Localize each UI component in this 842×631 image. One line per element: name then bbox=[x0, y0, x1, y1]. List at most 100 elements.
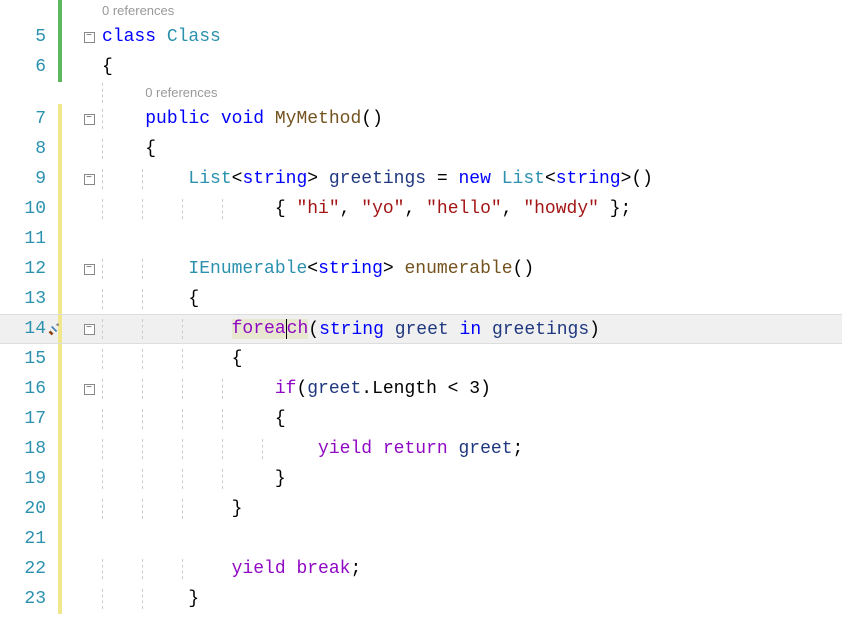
code-token: "howdy" bbox=[523, 199, 599, 219]
code-line[interactable]: 19 } bbox=[0, 464, 842, 494]
code-line[interactable]: 9 − List<string> greetings = new List<st… bbox=[0, 164, 842, 194]
code-line[interactable]: 11 bbox=[0, 224, 842, 254]
fold-gutter: − bbox=[80, 374, 98, 404]
code-content[interactable]: } bbox=[98, 589, 842, 609]
fold-gutter bbox=[80, 584, 98, 614]
glyph-margin bbox=[62, 584, 80, 614]
code-content[interactable]: public void MyMethod() bbox=[98, 109, 842, 129]
code-token: = bbox=[426, 169, 458, 189]
code-token: { bbox=[102, 139, 156, 159]
code-token: public bbox=[145, 109, 210, 129]
glyph-margin bbox=[62, 224, 80, 254]
code-token bbox=[449, 319, 460, 339]
fold-collapse-icon[interactable]: − bbox=[84, 324, 95, 335]
code-line[interactable]: 6 { bbox=[0, 52, 842, 82]
glyph-margin bbox=[62, 315, 80, 343]
code-token: greet bbox=[307, 379, 361, 399]
screwdriver-icon[interactable] bbox=[48, 322, 62, 336]
code-token: yield bbox=[232, 559, 286, 579]
code-content[interactable]: { bbox=[98, 409, 842, 429]
codelens-line: 0 references bbox=[0, 0, 842, 22]
code-content[interactable]: } bbox=[98, 469, 842, 489]
code-token: return bbox=[383, 439, 448, 459]
code-token: string bbox=[319, 319, 384, 339]
code-line[interactable]: 5 − class Class bbox=[0, 22, 842, 52]
code-line[interactable]: 10 { "hi", "yo", "hello", "howdy" }; bbox=[0, 194, 842, 224]
code-token: "hello" bbox=[426, 199, 502, 219]
code-token bbox=[491, 169, 502, 189]
code-content[interactable]: { bbox=[98, 139, 842, 159]
glyph-margin bbox=[62, 52, 80, 82]
line-number: 10 bbox=[0, 199, 58, 219]
code-line[interactable]: 8 { bbox=[0, 134, 842, 164]
code-line[interactable]: 17 { bbox=[0, 404, 842, 434]
code-token: List bbox=[188, 169, 231, 189]
code-line[interactable]: 12 − IEnumerable<string> enumerable() bbox=[0, 254, 842, 284]
glyph-margin bbox=[62, 494, 80, 524]
codelens-references[interactable]: 0 references bbox=[145, 85, 217, 100]
code-line[interactable]: 14 − foreach(string greet in greetings) bbox=[0, 314, 842, 344]
code-token: forea bbox=[232, 319, 286, 339]
glyph-margin bbox=[62, 524, 80, 554]
code-line[interactable]: 15 { bbox=[0, 344, 842, 374]
code-content[interactable]: } bbox=[98, 499, 842, 519]
code-token: > bbox=[383, 259, 405, 279]
code-token: < bbox=[232, 169, 243, 189]
fold-gutter bbox=[80, 224, 98, 254]
codelens-references[interactable]: 0 references bbox=[102, 3, 174, 18]
code-content[interactable]: { bbox=[98, 289, 842, 309]
code-content[interactable]: foreach(string greet in greetings) bbox=[98, 319, 842, 340]
fold-gutter bbox=[80, 494, 98, 524]
code-token: () bbox=[361, 109, 383, 129]
code-token: > bbox=[307, 169, 329, 189]
code-line[interactable]: 18 yield return greet; bbox=[0, 434, 842, 464]
code-token bbox=[102, 319, 232, 339]
code-token bbox=[102, 169, 188, 189]
code-token: { bbox=[102, 349, 242, 369]
code-editor[interactable]: 0 references 5 − class Class 6 { 0 refer… bbox=[0, 0, 842, 631]
line-number: 11 bbox=[0, 229, 58, 249]
line-number: 7 bbox=[0, 109, 58, 129]
code-token: { bbox=[102, 199, 296, 219]
code-token bbox=[384, 319, 395, 339]
fold-collapse-icon[interactable]: − bbox=[84, 114, 95, 125]
code-token: IEnumerable bbox=[188, 259, 307, 279]
code-token: ( bbox=[296, 379, 307, 399]
fold-gutter bbox=[80, 524, 98, 554]
code-line[interactable]: 22 yield break; bbox=[0, 554, 842, 584]
code-line[interactable]: 21 bbox=[0, 524, 842, 554]
fold-collapse-icon[interactable]: − bbox=[84, 32, 95, 43]
code-token: } bbox=[102, 499, 242, 519]
fold-collapse-icon[interactable]: − bbox=[84, 264, 95, 275]
code-line[interactable]: 20 } bbox=[0, 494, 842, 524]
code-token: in bbox=[460, 319, 482, 339]
code-token: enumerable bbox=[404, 259, 512, 279]
code-token: string bbox=[242, 169, 307, 189]
glyph-margin bbox=[62, 434, 80, 464]
code-line[interactable]: 7 − public void MyMethod() bbox=[0, 104, 842, 134]
glyph-margin bbox=[62, 284, 80, 314]
code-token: () bbox=[513, 259, 535, 279]
glyph-margin bbox=[62, 344, 80, 374]
code-content[interactable]: class Class bbox=[98, 27, 842, 47]
fold-collapse-icon[interactable]: − bbox=[84, 174, 95, 185]
code-token: string bbox=[556, 169, 621, 189]
code-content[interactable]: { "hi", "yo", "hello", "howdy" }; bbox=[98, 199, 842, 219]
code-token: if bbox=[275, 379, 297, 399]
code-content[interactable]: IEnumerable<string> enumerable() bbox=[98, 259, 842, 279]
glyph-margin bbox=[62, 0, 80, 22]
code-content[interactable]: yield return greet; bbox=[98, 439, 842, 459]
code-content[interactable]: { bbox=[98, 57, 842, 77]
fold-gutter bbox=[80, 464, 98, 494]
fold-collapse-icon[interactable]: − bbox=[84, 384, 95, 395]
code-content[interactable]: yield break; bbox=[98, 559, 842, 579]
code-token: ; bbox=[350, 559, 361, 579]
code-token: , bbox=[340, 199, 362, 219]
glyph-margin bbox=[62, 104, 80, 134]
code-content[interactable]: List<string> greetings = new List<string… bbox=[98, 169, 842, 189]
code-line[interactable]: 13 { bbox=[0, 284, 842, 314]
code-content[interactable]: { bbox=[98, 349, 842, 369]
code-line[interactable]: 16 − if(greet.Length < 3) bbox=[0, 374, 842, 404]
code-line[interactable]: 23 } bbox=[0, 584, 842, 614]
code-content[interactable]: if(greet.Length < 3) bbox=[98, 379, 842, 399]
